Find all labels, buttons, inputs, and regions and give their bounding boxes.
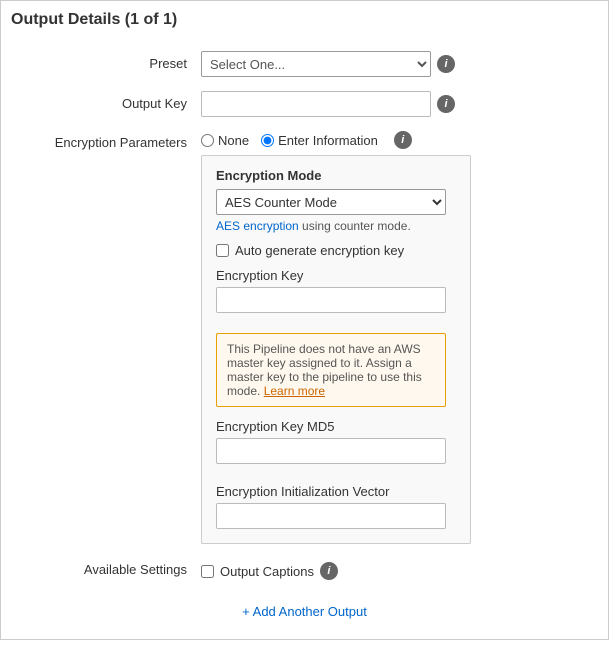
encryption-params-options: None Enter Information i [201, 131, 598, 149]
add-another-row: + Add Another Output [11, 594, 598, 629]
radio-none[interactable] [201, 134, 214, 147]
auto-generate-row: Auto generate encryption key [216, 243, 456, 258]
radio-none-label: None [218, 133, 249, 148]
encryption-mode-description: AES encryption using counter mode. [216, 219, 456, 233]
encryption-key-md5-label: Encryption Key MD5 [216, 419, 456, 434]
preset-select[interactable]: Select One... [201, 51, 431, 77]
enc-mode-desc-post: using counter mode. [299, 219, 411, 233]
encryption-mode-select[interactable]: AES Counter Mode [216, 189, 446, 215]
encryption-parameters-row: Encryption Parameters None Enter Informa… [11, 131, 598, 544]
preset-label: Preset [11, 51, 201, 71]
output-key-row: Output Key i [11, 91, 598, 117]
learn-more-link[interactable]: Learn more [264, 384, 325, 398]
output-key-input[interactable] [201, 91, 431, 117]
add-another-output-link[interactable]: + Add Another Output [242, 604, 367, 619]
auto-generate-checkbox[interactable] [216, 244, 229, 257]
encryption-box: Encryption Mode AES Counter Mode AES enc… [201, 155, 471, 544]
encryption-parameters-label: Encryption Parameters [11, 131, 201, 150]
auto-generate-label: Auto generate encryption key [235, 243, 404, 258]
output-captions-label: Output Captions [220, 564, 314, 579]
encryption-key-label: Encryption Key [216, 268, 456, 283]
warning-box: This Pipeline does not have an AWS maste… [216, 333, 446, 407]
radio-option-enter-info: Enter Information [261, 133, 378, 148]
output-captions-checkbox[interactable] [201, 565, 214, 578]
encryption-key-md5-input[interactable] [216, 438, 446, 464]
page-title: Output Details (1 of 1) [11, 11, 598, 35]
encryption-init-vector-group: Encryption Initialization Vector [216, 484, 456, 529]
available-settings-row: Available Settings Output Captions i [11, 558, 598, 580]
page-container: Output Details (1 of 1) Preset Select On… [0, 0, 609, 640]
encryption-parameters-info-icon[interactable]: i [394, 131, 412, 149]
encryption-init-vector-input[interactable] [216, 503, 446, 529]
available-settings-label: Available Settings [11, 558, 201, 577]
radio-option-none: None [201, 133, 249, 148]
output-captions-info-icon[interactable]: i [320, 562, 338, 580]
output-key-info-icon[interactable]: i [437, 95, 455, 113]
radio-enter-info-label: Enter Information [278, 133, 378, 148]
preset-info-icon[interactable]: i [437, 55, 455, 73]
preset-row: Preset Select One... i [11, 51, 598, 77]
encryption-init-vector-label: Encryption Initialization Vector [216, 484, 456, 499]
encryption-parameters-right: None Enter Information i Encryption Mode… [201, 131, 598, 544]
output-key-control-wrap: i [201, 91, 598, 117]
output-key-label: Output Key [11, 91, 201, 111]
encryption-key-group: Encryption Key [216, 268, 456, 323]
available-settings-right: Output Captions i [201, 558, 598, 580]
encryption-key-md5-group: Encryption Key MD5 [216, 419, 456, 474]
encryption-mode-label: Encryption Mode [216, 168, 456, 183]
encryption-key-input[interactable] [216, 287, 446, 313]
preset-control-wrap: Select One... i [201, 51, 598, 77]
enc-mode-desc-link: AES encryption [216, 219, 299, 233]
radio-enter-info[interactable] [261, 134, 274, 147]
encryption-mode-group: Encryption Mode AES Counter Mode AES enc… [216, 168, 456, 233]
